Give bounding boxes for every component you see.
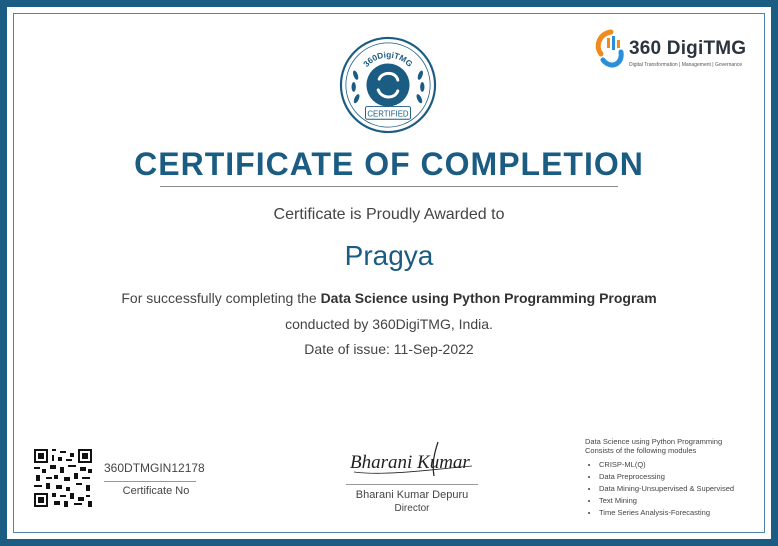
modules-heading-2: Consists of the following modules bbox=[585, 445, 697, 455]
program-name: Data Science using Python Programming Pr… bbox=[320, 290, 657, 306]
module-item: Data Mining-Unsupervised & Supervised bbox=[599, 483, 765, 495]
module-item: Time Series Analysis-Forecasting bbox=[599, 507, 765, 519]
title-divider bbox=[160, 186, 618, 187]
module-item: CRISP-ML(Q) bbox=[599, 459, 765, 471]
certified-seal: 360DigiTMG CERTIFIED bbox=[339, 36, 437, 134]
logo-mark-icon bbox=[595, 29, 624, 68]
conducted-line: conducted by 360DigiTMG, India. bbox=[285, 316, 493, 332]
certificate-number-label: Certificate No bbox=[122, 485, 190, 497]
certificate-title: CERTIFICATE OF COMPLETION bbox=[134, 146, 644, 182]
modules-box: Data Science using Python Programming Co… bbox=[585, 437, 765, 519]
completion-prefix: For successfully completing the bbox=[121, 290, 321, 306]
signature-rule bbox=[346, 484, 478, 485]
qr-code-icon bbox=[34, 449, 92, 507]
modules-list: CRISP-ML(Q) Data Preprocessing Data Mini… bbox=[585, 459, 765, 519]
date-of-issue: Date of issue: 11-Sep-2022 bbox=[304, 341, 474, 357]
module-item: Data Preprocessing bbox=[599, 471, 765, 483]
completion-line: For successfully completing the Data Sci… bbox=[0, 290, 778, 306]
recipient-name: Pragya bbox=[344, 240, 434, 271]
director-signature: Bharani Kumar bbox=[350, 441, 473, 477]
brand-logo: 360 DigiTMG Digital Transformation | Man… bbox=[593, 24, 753, 82]
logo-tagline: Digital Transformation | Management | Go… bbox=[629, 62, 743, 68]
signatory-role: Director bbox=[394, 503, 430, 514]
certificate-number: 360DTMGIN12178 bbox=[104, 461, 205, 475]
signatory-name: Bharani Kumar Depuru bbox=[355, 489, 469, 501]
awarded-text: Certificate is Proudly Awarded to bbox=[273, 206, 505, 223]
signature-text: Bharani Kumar bbox=[350, 452, 470, 473]
certificate-number-rule bbox=[104, 481, 196, 482]
logo-name: 360 DigiTMG bbox=[629, 38, 747, 59]
module-item: Text Mining bbox=[599, 495, 765, 507]
seal-bottom-text: CERTIFIED bbox=[367, 109, 409, 118]
